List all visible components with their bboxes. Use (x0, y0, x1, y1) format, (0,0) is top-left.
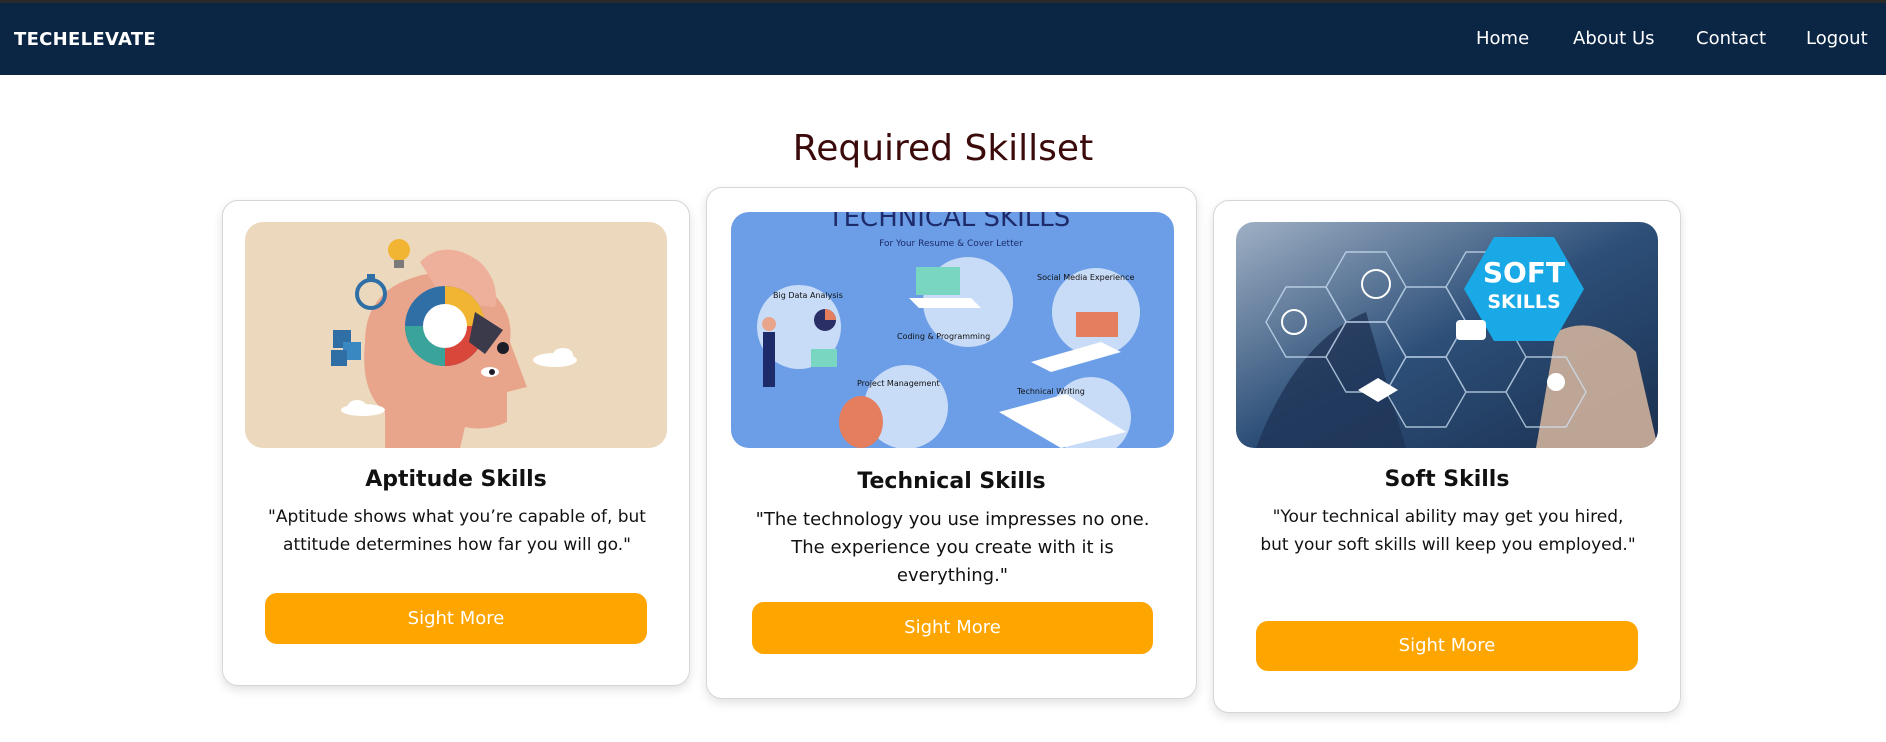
illustration-label: Big Data Analysis (773, 291, 843, 300)
section-title: Required Skillset (792, 128, 1094, 169)
technical-skills-illustration-icon: TECHNICAL SKILLS For Your Resume & Cover… (731, 212, 1174, 448)
sight-more-button-soft[interactable]: Sight More (1256, 621, 1638, 671)
skill-card-aptitude: Aptitude Skills "Aptitude shows what you… (222, 200, 690, 686)
illustration-badge-line2: SKILLS (1487, 291, 1560, 313)
illustration-label: Social Media Experience (1037, 273, 1135, 282)
illustration-label: Project Management (857, 379, 940, 388)
illustration-subheading: For Your Resume & Cover Letter (879, 239, 1023, 249)
card-title: Soft Skills (1384, 467, 1510, 492)
nav-link-about-us[interactable]: About Us (1573, 28, 1655, 49)
card-title: Technical Skills (857, 469, 1046, 494)
card-quote: "Your technical ability may get you hire… (1260, 507, 1636, 555)
card-quote: "Aptitude shows what you’re capable of, … (268, 507, 646, 555)
nav-link-home[interactable]: Home (1476, 28, 1529, 49)
skill-card-soft: SOFT SKILLS Soft Skills "Your technical … (1213, 200, 1681, 713)
brand-logo[interactable]: TECHELEVATE (14, 29, 156, 50)
nav-link-contact[interactable]: Contact (1696, 28, 1766, 49)
illustration-label: Technical Writing (1016, 387, 1085, 396)
aptitude-head-illustration-icon (245, 222, 667, 448)
illustration-badge-line1: SOFT (1483, 256, 1565, 289)
nav-link-logout[interactable]: Logout (1806, 28, 1868, 49)
skill-card-technical: TECHNICAL SKILLS For Your Resume & Cover… (706, 187, 1197, 699)
sight-more-button-aptitude[interactable]: Sight More (265, 593, 647, 644)
illustration-label: Coding & Programming (897, 332, 990, 341)
soft-skills-hexagon-illustration-icon: SOFT SKILLS (1236, 222, 1658, 448)
card-title: Aptitude Skills (365, 467, 547, 492)
illustration-heading: TECHNICAL SKILLS (827, 212, 1071, 233)
card-quote: "The technology you use impresses no one… (755, 509, 1150, 586)
navbar: TECHELEVATE Home About Us Contact Logout (0, 3, 1886, 75)
sight-more-button-technical[interactable]: Sight More (752, 602, 1153, 654)
